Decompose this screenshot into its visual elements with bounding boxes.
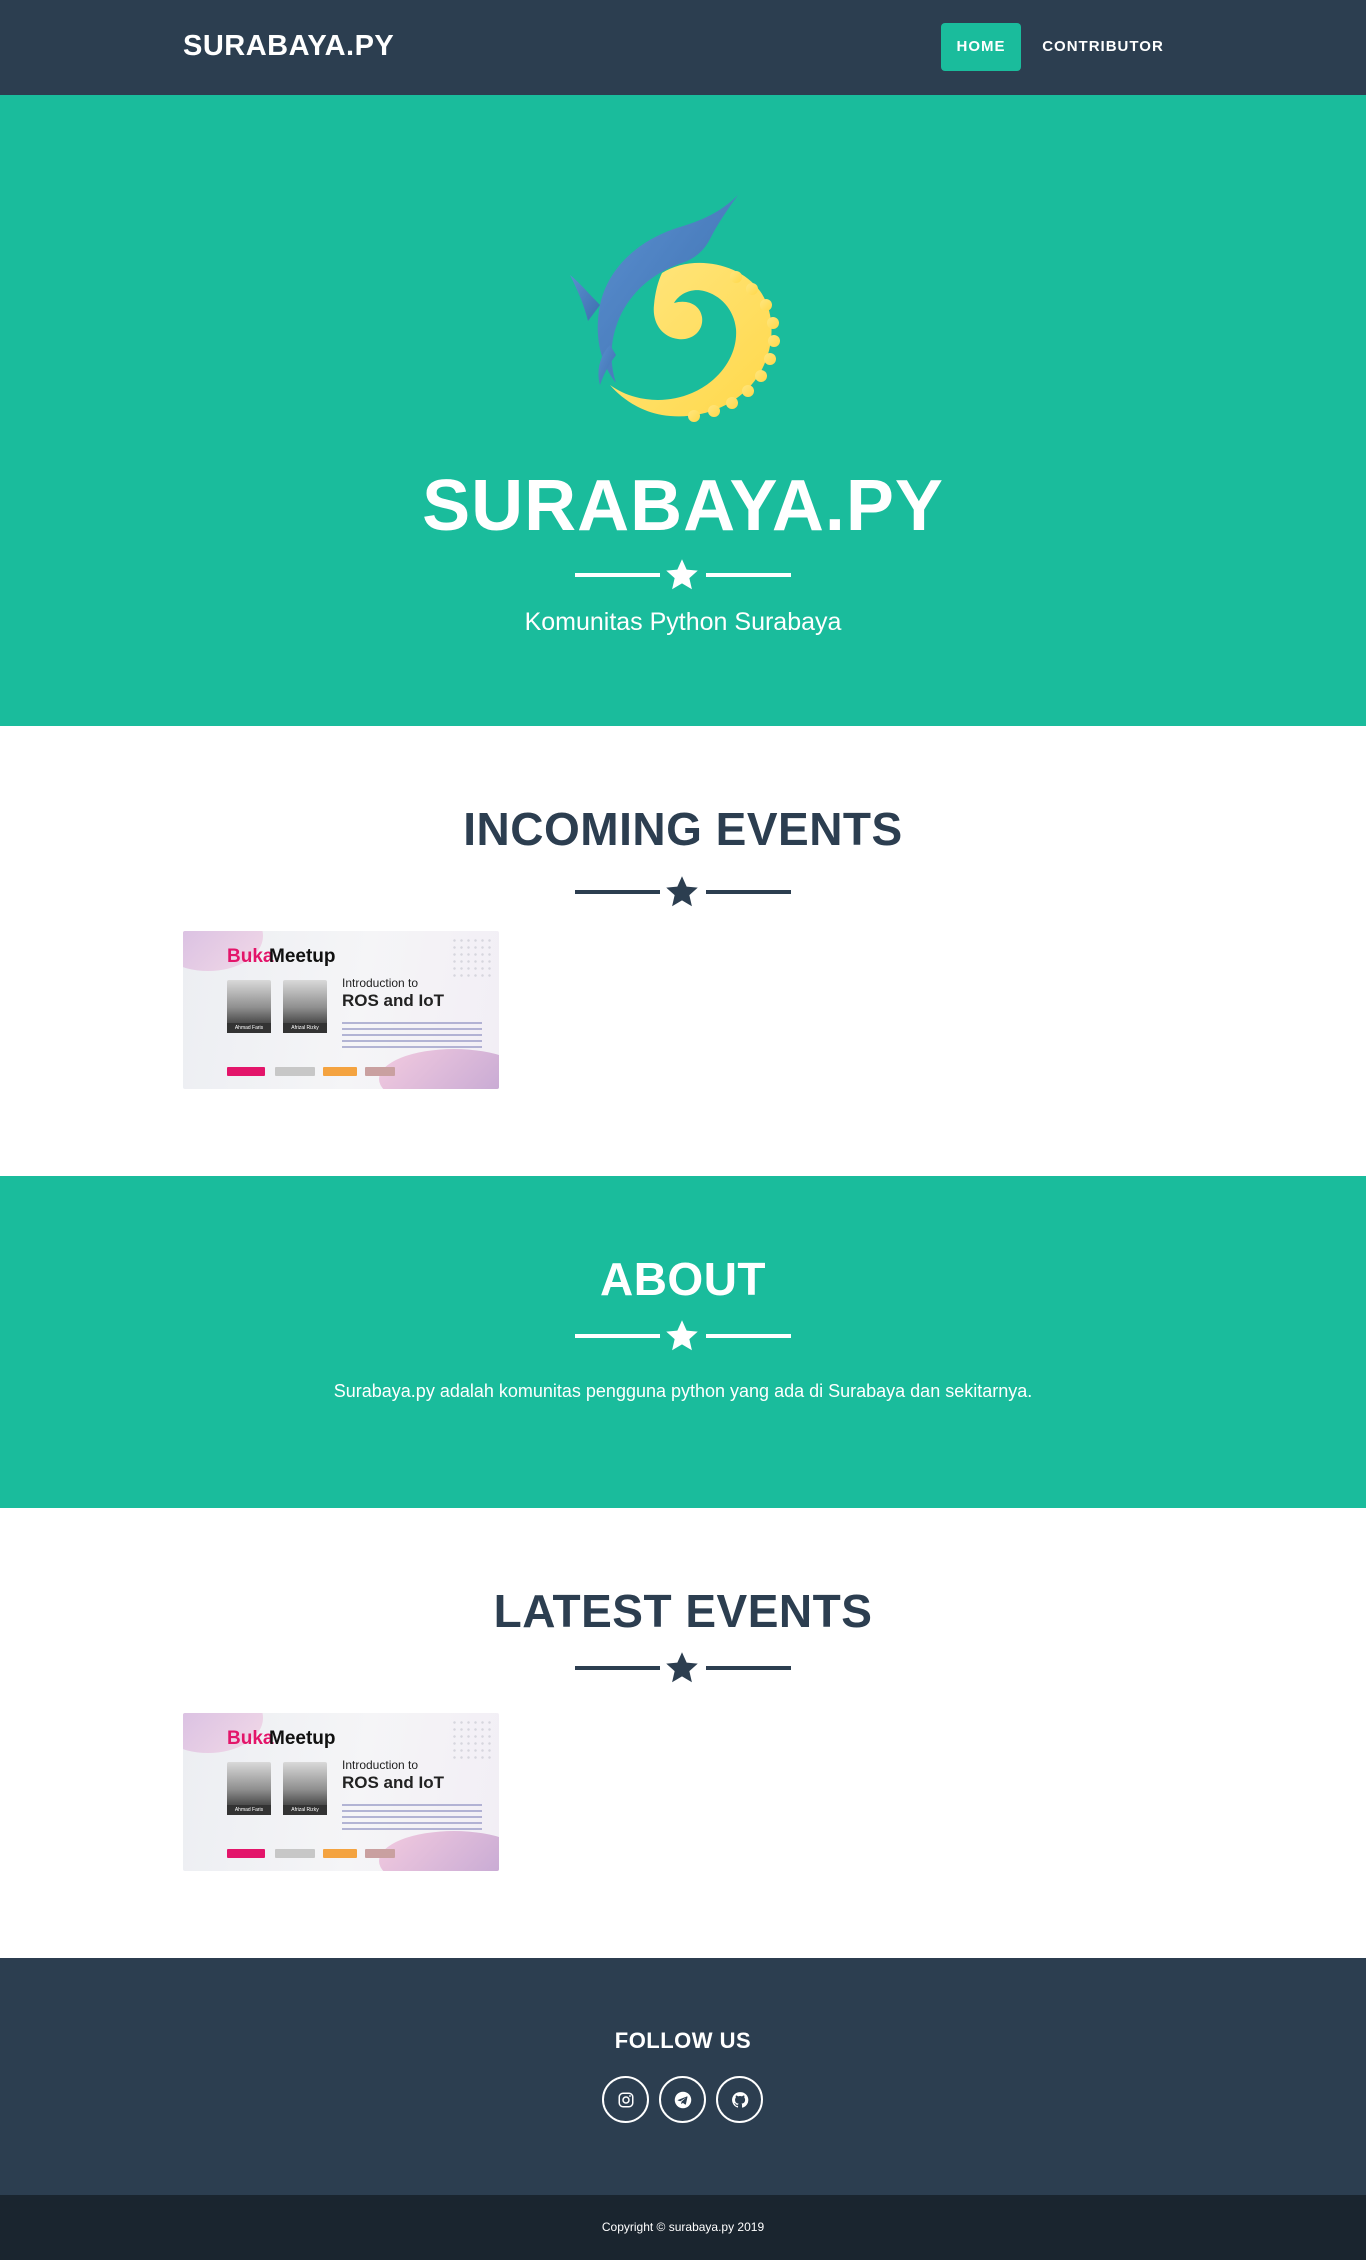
speaker-name: Ahmad Faris [227,1023,271,1033]
poster-topic: ROS and IoT [342,1773,444,1792]
poster-topic: ROS and IoT [342,991,444,1010]
masthead-heading: SURABAYA.PY [422,466,944,546]
divider-line [706,1666,791,1670]
event-card[interactable]: Buka Meetup Ahmad Faris Afrizal Rizky In… [183,931,499,1089]
poster-details [342,1804,482,1830]
latest-events-heading: LATEST EVENTS [493,1585,873,1637]
divider-line [706,1334,791,1338]
poster-brand-meetup: Meetup [269,946,336,967]
instagram-link[interactable] [602,2076,649,2123]
incoming-events-section: INCOMING EVENTS Buka Meetup Ahmad Faris … [0,726,1366,1176]
star-divider [573,555,793,595]
about-heading: ABOUT [599,1253,767,1305]
star-divider [573,1316,793,1356]
star-icon [666,876,698,907]
poster-sponsors [227,1849,407,1858]
nav-contributor-link[interactable]: CONTRIBUTOR [1032,23,1174,71]
incoming-events-heading: INCOMING EVENTS [463,803,903,855]
about-section: ABOUT Surabaya.py adalah komunitas pengg… [0,1176,1366,1508]
divider-line [575,890,660,894]
speaker-name: Afrizal Rizky [283,1805,327,1815]
star-icon [666,1652,698,1683]
github-icon [731,2091,748,2108]
poster-details [342,1022,482,1048]
copyright-text: Copyright © surabaya.py 2019 [601,2220,765,2234]
telegram-icon [674,2091,691,2108]
instagram-icon [618,2092,633,2107]
brand-link[interactable]: SURABAYA.PY [183,30,394,63]
poster-intro: Introduction to [342,1758,419,1772]
follow-us-heading: FOLLOW US [614,2028,752,2053]
divider-line [575,1666,660,1670]
divider-line [706,890,791,894]
poster-brand-buka: Buka [227,946,274,967]
star-divider [573,872,793,912]
latest-events-section: LATEST EVENTS Buka Meetup Ahmad Faris Af… [0,1508,1366,1958]
divider-line [575,573,660,577]
poster-intro: Introduction to [342,976,419,990]
github-link[interactable] [716,2076,763,2123]
poster-brand-buka: Buka [227,1728,274,1749]
poster-sponsors [227,1067,407,1076]
divider-line [575,1334,660,1338]
poster-brand-meetup: Meetup [269,1728,336,1749]
python-snake-logo-icon [570,195,780,422]
telegram-link[interactable] [659,2076,706,2123]
speaker-name: Ahmad Faris [227,1805,271,1815]
event-card[interactable]: Buka Meetup Ahmad Faris Afrizal Rizky In… [183,1713,499,1871]
nav-home-link[interactable]: HOME [941,23,1021,71]
speaker-name: Afrizal Rizky [283,1023,327,1033]
masthead-subheading: Komunitas Python Surabaya [524,608,842,636]
star-icon [666,559,698,590]
divider-line [706,573,791,577]
navbar: SURABAYA.PY HOME CONTRIBUTOR [0,0,1366,95]
footer: FOLLOW US [0,1958,1366,2195]
star-divider [573,1648,793,1688]
masthead: SURABAYA.PY Komunitas Python Surabaya [0,95,1366,726]
about-text: Surabaya.py adalah komunitas pengguna py… [333,1381,1033,1401]
copyright-bar: Copyright © surabaya.py 2019 [0,2195,1366,2260]
star-icon [666,1320,698,1351]
event-poster: Buka Meetup Ahmad Faris Afrizal Rizky In… [183,1713,499,1871]
event-poster: Buka Meetup Ahmad Faris Afrizal Rizky In… [183,931,499,1089]
